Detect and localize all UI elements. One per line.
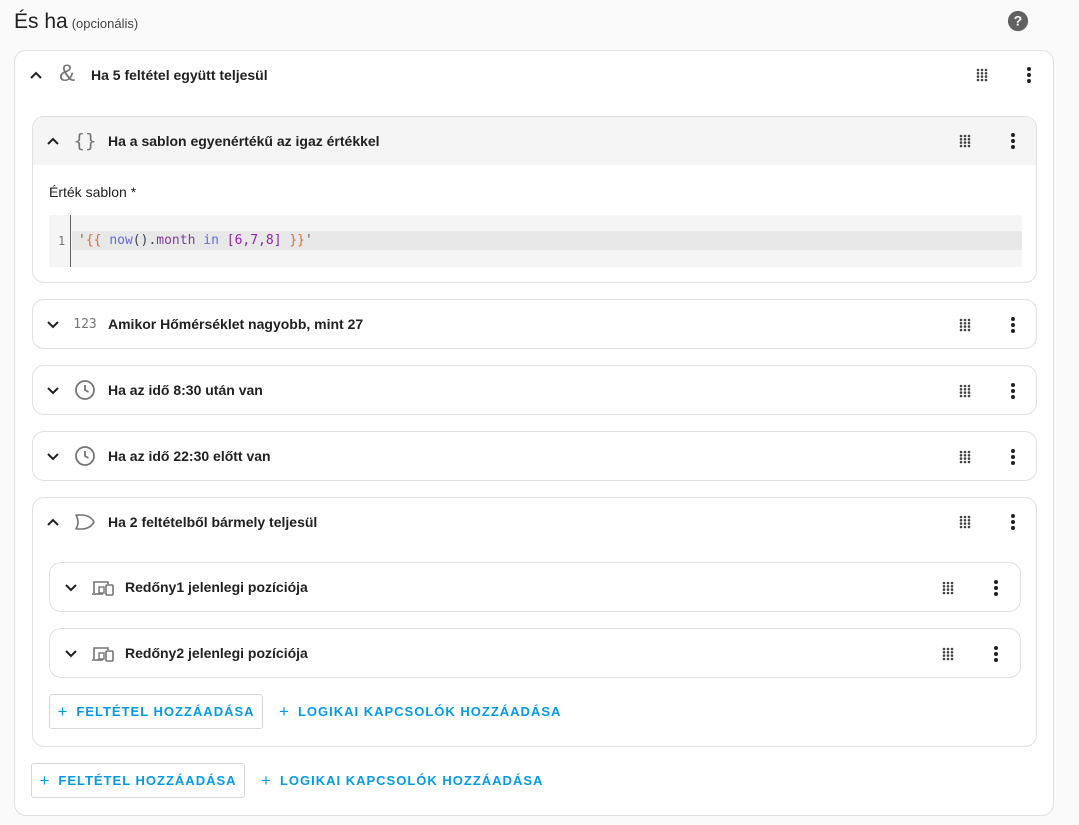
chevron-down-icon[interactable] (46, 450, 60, 464)
drag-handle-icon[interactable] (959, 384, 971, 398)
device-condition-label-1: Redőny1 jelenlegi pozíciója (125, 579, 308, 595)
outer-and-condition-card: & Ha 5 feltétel együtt teljesül {} Ha a … (14, 50, 1054, 816)
drag-handle-icon[interactable] (959, 134, 971, 148)
device-condition-card-1[interactable]: Redőny1 jelenlegi pozíciója (49, 562, 1021, 612)
dots-vertical-icon[interactable] (1011, 383, 1015, 399)
plus-icon: + (57, 702, 69, 721)
dots-vertical-icon[interactable] (994, 580, 998, 596)
or-condition-label: Ha 2 feltételből bármely teljesül (108, 514, 318, 530)
drag-handle-icon[interactable] (976, 68, 988, 82)
clock-icon (75, 380, 95, 400)
time-before-condition-card[interactable]: Ha az idő 22:30 előtt van (32, 431, 1037, 481)
chevron-up-icon[interactable] (46, 134, 60, 148)
chevron-down-icon[interactable] (46, 384, 60, 398)
svg-text:?: ? (1014, 14, 1022, 29)
dots-vertical-icon[interactable] (1011, 514, 1015, 530)
devices-icon (92, 581, 114, 596)
add-logic-label: LOGIKAI KAPCSOLÓK HOZZÁADÁSA (297, 704, 562, 719)
time-after-condition-label: Ha az idő 8:30 után van (108, 382, 263, 398)
line-number: 1 (58, 234, 66, 248)
outer-and-condition-header[interactable]: & Ha 5 feltétel együtt teljesül (15, 51, 1053, 99)
add-condition-label: FELTÉTEL HOZZÁADÁSA (76, 704, 255, 719)
clock-icon (75, 446, 95, 466)
plus-icon: + (261, 771, 272, 790)
chevron-up-icon[interactable] (46, 515, 60, 529)
page-subtitle: (opcionális) (71, 16, 139, 31)
device-condition-label-2: Redőny2 jelenlegi pozíciója (125, 645, 308, 661)
add-logic-button-inner[interactable]: + LOGIKAI KAPCSOLÓK HOZZÁADÁSA (279, 694, 561, 729)
numeric-condition-label: Amikor Hőmérséklet nagyobb, mint 27 (108, 316, 364, 332)
or-condition-header[interactable]: Ha 2 feltételből bármely teljesül (33, 498, 1036, 546)
chevron-down-icon[interactable] (64, 647, 78, 661)
add-condition-label: FELTÉTEL HOZZÁADÁSA (58, 773, 237, 788)
numeric-icon: 123 (73, 316, 97, 332)
or-condition-card: Ha 2 feltételből bármely teljesül Redőny… (32, 497, 1037, 747)
template-code[interactable]: '{{ now().month in [6,7,8] }}' (78, 233, 313, 248)
page-header: És ha (opcionális) ? (14, 8, 1065, 38)
device-condition-card-2[interactable]: Redőny2 jelenlegi pozíciója (49, 628, 1021, 678)
template-condition-label: Ha a sablon egyenértékű az igaz értékkel (108, 133, 380, 149)
help-circle-icon[interactable]: ? (1007, 10, 1029, 32)
add-condition-button-inner[interactable]: + FELTÉTEL HOZZÁADÁSA (49, 694, 263, 729)
chevron-up-icon[interactable] (29, 68, 43, 82)
ampersand-icon: & (58, 60, 75, 87)
add-logic-button[interactable]: + LOGIKAI KAPCSOLÓK HOZZÁADÁSA (261, 763, 543, 798)
template-condition-header[interactable]: {} Ha a sablon egyenértékű az igaz érték… (33, 117, 1036, 165)
add-logic-label: LOGIKAI KAPCSOLÓK HOZZÁADÁSA (279, 773, 544, 788)
chevron-down-icon[interactable] (46, 318, 60, 332)
devices-icon (92, 647, 114, 662)
dots-vertical-icon[interactable] (1011, 317, 1015, 333)
value-template-label: Érték sablon * (49, 184, 137, 200)
time-before-condition-label: Ha az idő 22:30 előtt van (108, 448, 271, 464)
code-braces-icon: {} (73, 130, 97, 152)
outer-and-condition-label: Ha 5 feltétel együtt teljesül (91, 67, 268, 83)
drag-handle-icon[interactable] (959, 515, 971, 529)
page-title: És ha (opcionális) (14, 10, 139, 33)
drag-handle-icon[interactable] (959, 450, 971, 464)
template-code-editor[interactable]: 1 '{{ now().month in [6,7,8] }}' (49, 215, 1022, 267)
dots-vertical-icon[interactable] (1011, 133, 1015, 149)
add-condition-button[interactable]: + FELTÉTEL HOZZÁADÁSA (31, 763, 245, 798)
drag-handle-icon[interactable] (942, 647, 954, 661)
plus-icon: + (279, 702, 290, 721)
dots-vertical-icon[interactable] (1027, 67, 1031, 83)
drag-handle-icon[interactable] (959, 318, 971, 332)
gate-or-icon (75, 514, 95, 530)
template-condition-card: {} Ha a sablon egyenértékű az igaz érték… (32, 116, 1037, 283)
dots-vertical-icon[interactable] (994, 646, 998, 662)
time-after-condition-card[interactable]: Ha az idő 8:30 után van (32, 365, 1037, 415)
plus-icon: + (39, 771, 51, 790)
dots-vertical-icon[interactable] (1011, 449, 1015, 465)
drag-handle-icon[interactable] (942, 581, 954, 595)
numeric-condition-card[interactable]: 123 Amikor Hőmérséklet nagyobb, mint 27 (32, 299, 1037, 349)
chevron-down-icon[interactable] (64, 581, 78, 595)
